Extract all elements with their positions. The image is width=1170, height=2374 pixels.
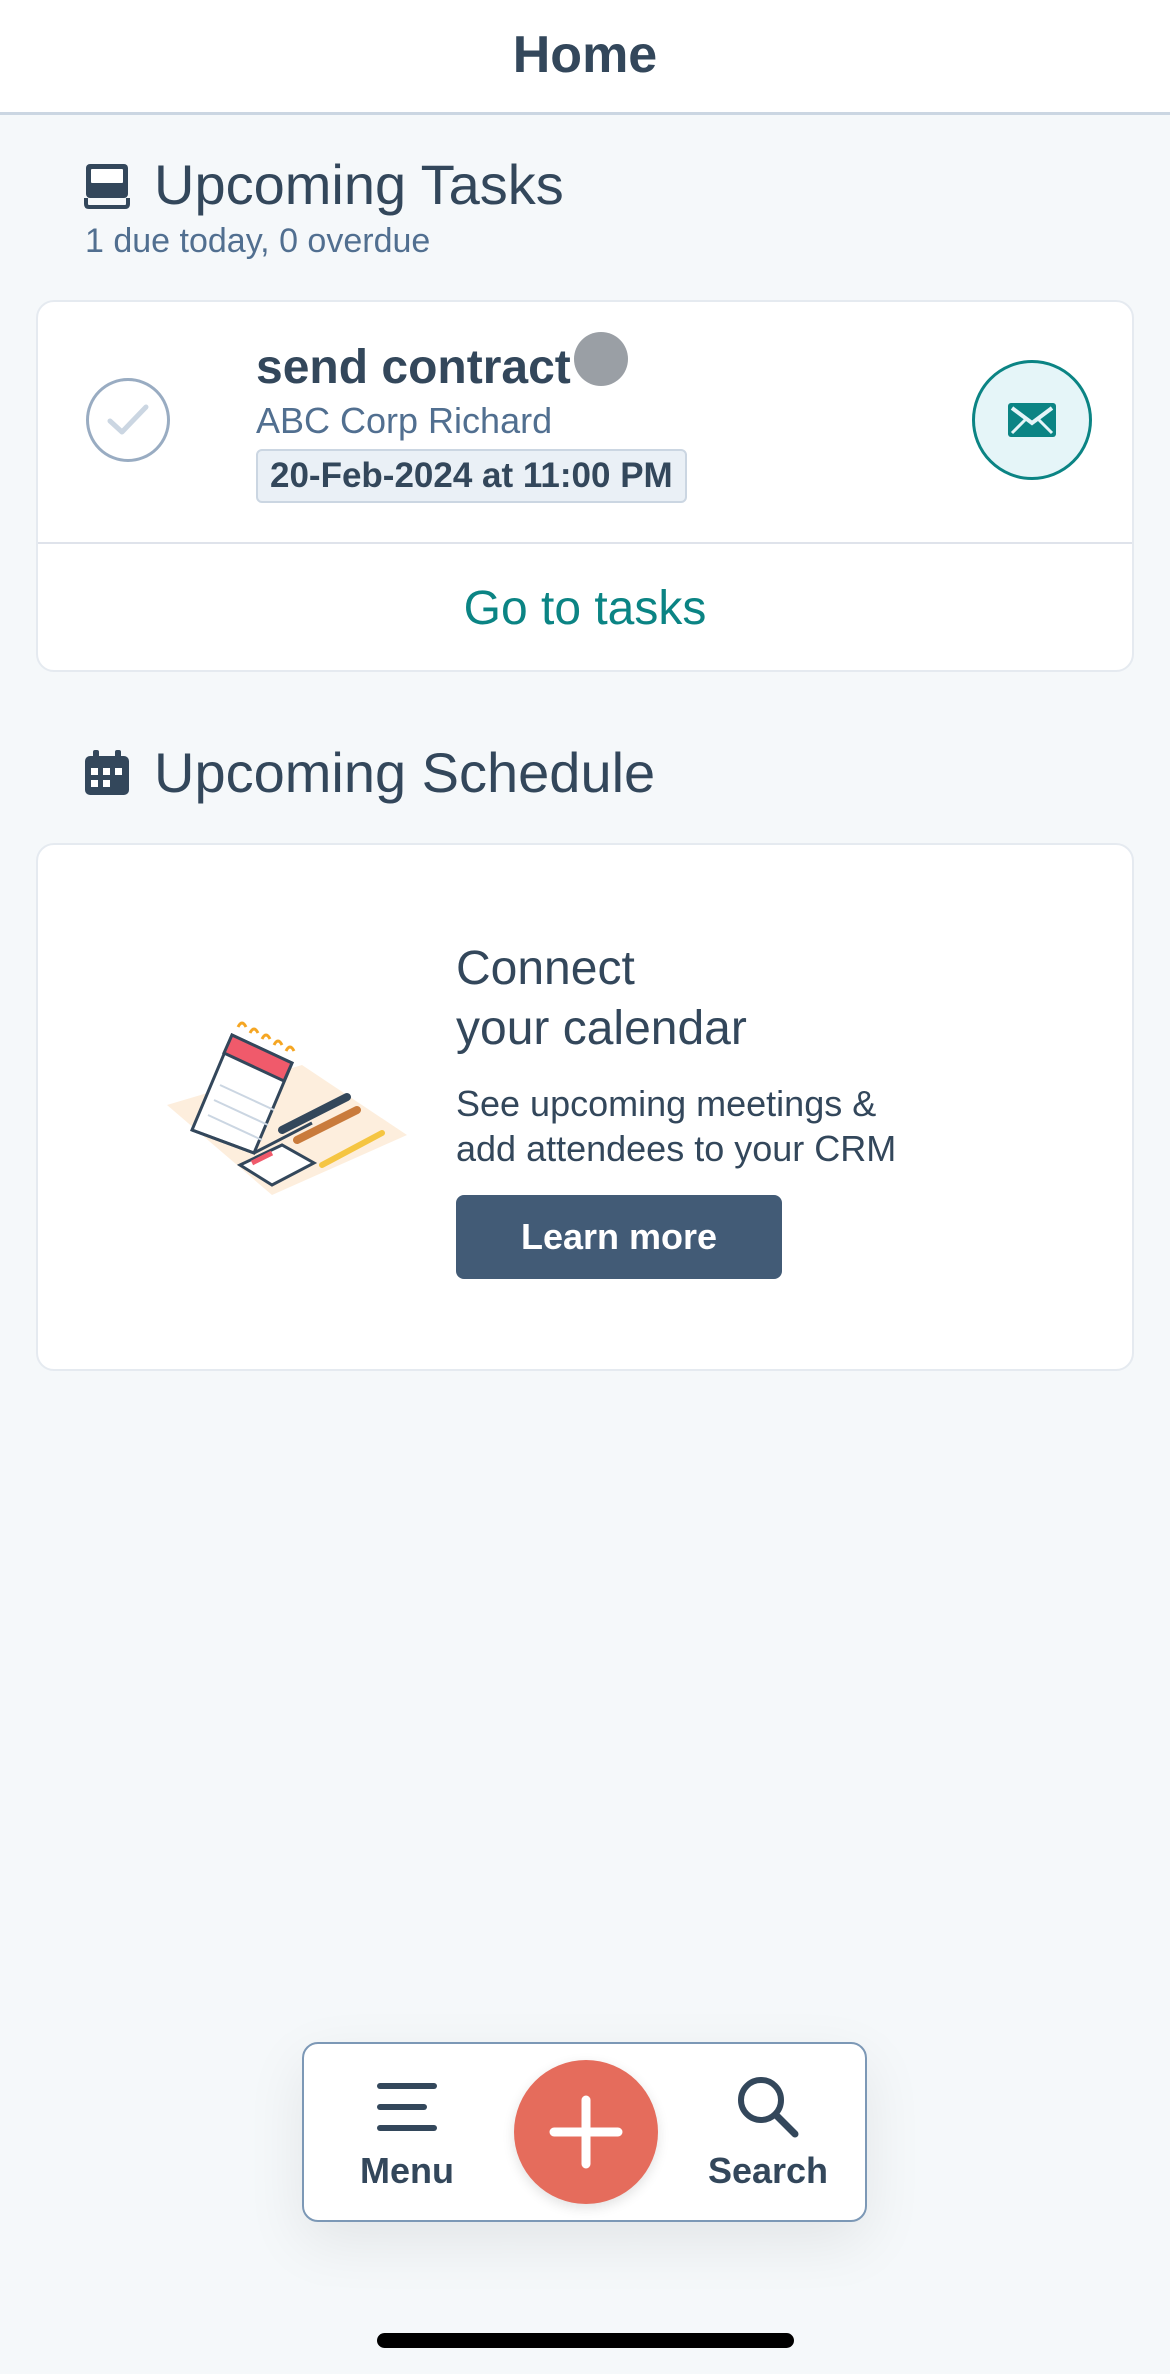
task-card: send contract ABC Corp Richard 20-Feb-20… — [36, 300, 1134, 672]
email-icon — [1008, 403, 1056, 437]
home-indicator[interactable] — [377, 2333, 794, 2348]
add-button[interactable] — [514, 2060, 658, 2204]
schedule-section-title: Upcoming Schedule — [154, 741, 656, 804]
connect-calendar-heading: Connect your calendar — [456, 939, 747, 1059]
calendar-illustration — [167, 1021, 407, 1195]
bottom-nav-bar: Menu Search — [302, 2042, 867, 2222]
heading-line-2: your calendar — [456, 1002, 747, 1055]
schedule-section-header: Upcoming Schedule — [82, 740, 655, 805]
top-header: Home — [0, 0, 1170, 115]
task-title[interactable]: send contract — [256, 340, 571, 395]
description-line-1: See upcoming meetings & — [456, 1083, 877, 1124]
tasks-section-title: Upcoming Tasks — [154, 153, 564, 216]
search-icon — [738, 2077, 799, 2138]
go-to-tasks-link[interactable]: Go to tasks — [38, 544, 1132, 672]
connect-calendar-card: Connect your calendar See upcoming meeti… — [36, 843, 1134, 1371]
learn-more-button[interactable]: Learn more — [456, 1195, 782, 1279]
description-line-2: add attendees to your CRM — [456, 1128, 897, 1169]
heading-line-1: Connect — [456, 942, 635, 995]
connect-calendar-description: See upcoming meetings & add attendees to… — [456, 1081, 896, 1171]
calendar-icon — [85, 749, 129, 795]
touch-indicator — [574, 332, 628, 386]
tasks-section-header: Upcoming Tasks — [82, 152, 564, 217]
task-row[interactable]: send contract ABC Corp Richard 20-Feb-20… — [38, 302, 1132, 542]
search-button[interactable]: Search — [693, 2044, 843, 2220]
hamburger-menu-icon — [377, 2083, 437, 2131]
menu-label: Menu — [360, 2150, 454, 2191]
plus-icon — [549, 2095, 623, 2169]
task-subtitle: ABC Corp Richard — [256, 400, 553, 441]
complete-task-checkbox[interactable] — [86, 378, 170, 462]
email-task-button[interactable] — [972, 360, 1092, 480]
tasks-summary: 1 due today, 0 overdue — [85, 222, 431, 260]
page-title: Home — [512, 26, 658, 84]
task-due-date: 20-Feb-2024 at 11:00 PM — [270, 456, 673, 495]
search-label: Search — [707, 2150, 829, 2191]
inbox-tray-icon — [84, 163, 130, 209]
task-due-date-badge: 20-Feb-2024 at 11:00 PM — [256, 449, 687, 503]
menu-button[interactable]: Menu — [332, 2044, 482, 2220]
checkmark-icon — [107, 404, 149, 435]
